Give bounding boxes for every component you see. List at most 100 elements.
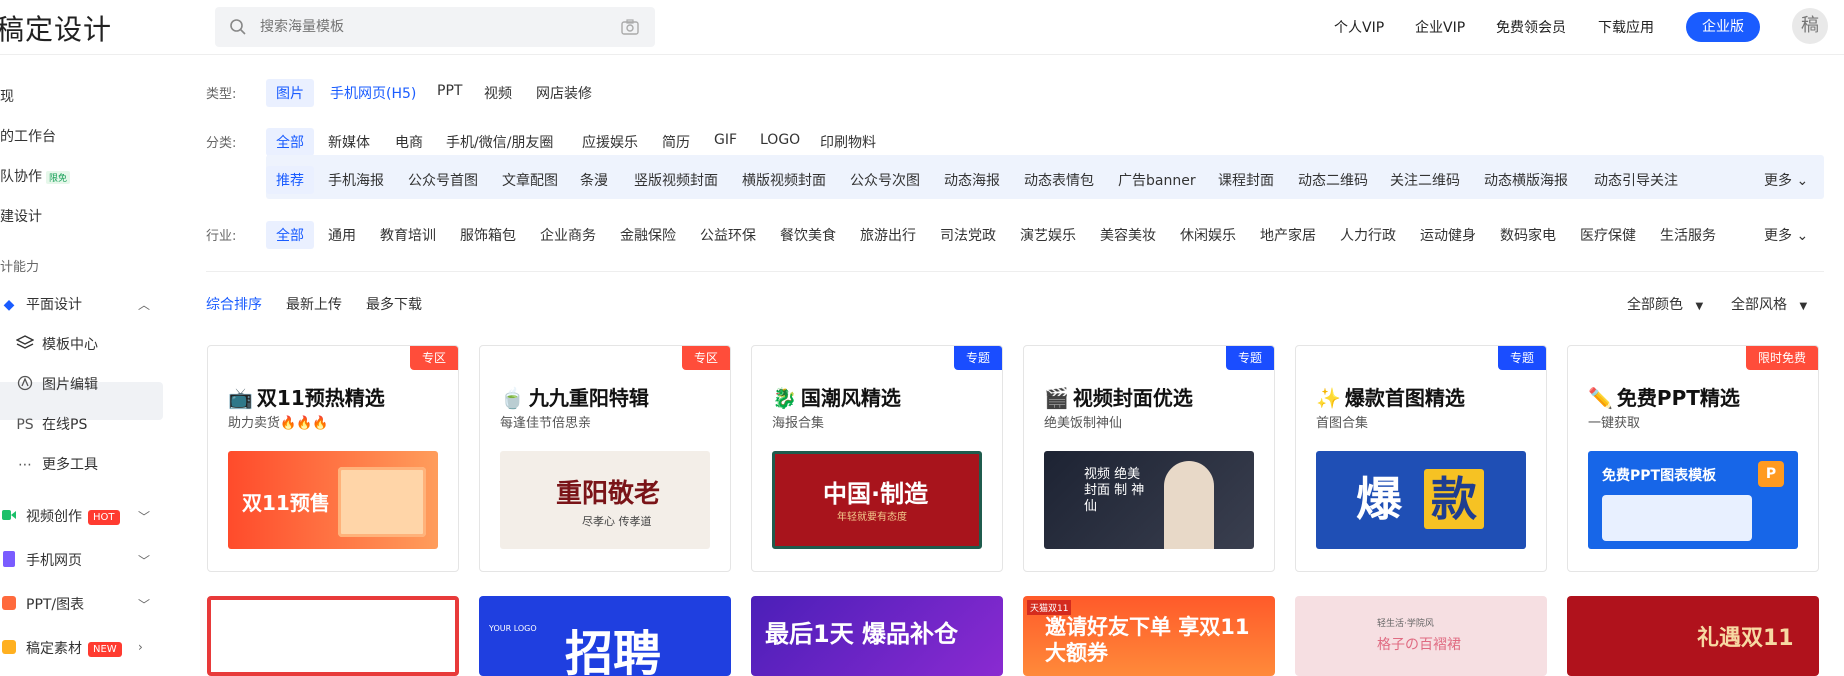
avatar[interactable]: 稿 [1792,8,1828,44]
template-card[interactable]: 专题 🎬 视频封面优选 绝美饭制神仙 视频 绝美 封面 制 神仙 [1023,345,1275,572]
template-card[interactable]: 专题 🐉 国潮风精选 海报合集 中国·制造 年轻就要有态度 [751,345,1003,572]
category-item[interactable]: 印刷物料 [810,128,886,156]
subcategory-item[interactable]: 条漫 [570,166,618,194]
industry-item[interactable]: 休闲娱乐 [1170,221,1246,249]
template-card[interactable]: 天猫双11 邀请好友下单 享双11大额券 [1023,596,1275,676]
subcategory-item[interactable]: 动态横版海报 [1474,166,1578,194]
template-card[interactable]: 礼遇双11 [1567,596,1819,676]
template-card[interactable]: 轻生活·学院风 格子の百褶裙 [1295,596,1547,676]
industry-item[interactable]: 金融保险 [610,221,686,249]
industry-item[interactable]: 地产家居 [1250,221,1326,249]
sidebar-item-ppt[interactable]: PPT/图表 [0,594,84,614]
sidebar-item-mobile-web[interactable]: 手机网页 [0,550,82,571]
zone-tag: 专区 [409,346,458,370]
industry-all[interactable]: 全部 [266,221,314,249]
nav-personal-vip[interactable]: 个人VIP [1334,17,1384,37]
industry-item[interactable]: 人力行政 [1330,221,1406,249]
chevron-down-icon[interactable]: ﹀ [138,596,150,613]
template-card[interactable]: 最后1天 爆品补仓 [751,596,1003,676]
industry-item[interactable]: 医疗保健 [1570,221,1646,249]
app-logo[interactable]: 稿定设计 [0,8,112,48]
style-filter-dropdown[interactable]: 全部风格 ▼ [1731,294,1807,314]
sidebar-item-workspace[interactable]: 的工作台 [0,126,56,146]
template-card[interactable] [207,596,459,676]
sort-most-downloaded[interactable]: 最多下载 [366,294,422,314]
sidebar-item-team[interactable]: 队协作 限免 [0,166,71,186]
template-card[interactable]: 专区 📺 双11预热精选 助力卖货🔥🔥🔥 双11预售 [207,345,459,572]
type-ppt[interactable]: PPT [427,79,472,103]
industry-item[interactable]: 教育培训 [370,221,446,249]
subcategory-item[interactable]: 竖版视频封面 [624,166,728,194]
category-item[interactable]: LOGO [750,128,810,152]
subcategory-item[interactable]: 动态二维码 [1288,166,1378,194]
subcategory-item[interactable]: 动态海报 [934,166,1010,194]
template-card[interactable]: 限时免费 ✏️ 免费PPT精选 一键获取 免费PPT图表模板 P [1567,345,1819,572]
template-card[interactable]: 专区 🍵 九九重阳特辑 每逢佳节倍思亲 重阳敬老 尽孝心 传孝道 [479,345,731,572]
industry-item[interactable]: 餐饮美食 [770,221,846,249]
industry-item[interactable]: 服饰箱包 [450,221,526,249]
category-item[interactable]: 电商 [385,128,433,156]
industry-item[interactable]: 旅游出行 [850,221,926,249]
category-item[interactable]: 手机/微信/朋友圈 [436,128,563,156]
subcategory-item[interactable]: 文章配图 [492,166,568,194]
subcategory-item[interactable]: 课程封面 [1208,166,1284,194]
color-filter-dropdown[interactable]: 全部颜色 ▼ [1627,294,1703,314]
subcategory-item[interactable]: 公众号首图 [398,166,488,194]
template-card[interactable]: 专题 ✨ 爆款首图精选 首图合集 爆 款 [1295,345,1547,572]
sort-comprehensive[interactable]: 综合排序 [206,294,262,314]
industry-item[interactable]: 通用 [318,221,366,249]
category-item[interactable]: 简历 [652,128,700,156]
nav-download-app[interactable]: 下载应用 [1598,17,1654,37]
industry-more-button[interactable]: 更多 ⌄ [1764,225,1808,245]
industry-item[interactable]: 司法党政 [930,221,1006,249]
sidebar-item-video[interactable]: 视频创作 HOT [0,506,120,526]
search-bar[interactable] [215,7,655,47]
caret-down-icon: ▼ [1695,301,1704,312]
chevron-right-icon[interactable]: › [138,640,143,654]
industry-item[interactable]: 企业商务 [530,221,606,249]
sort-newest[interactable]: 最新上传 [286,294,342,314]
industry-item[interactable]: 数码家电 [1490,221,1566,249]
industry-label: 行业: [206,229,237,244]
subcategory-item[interactable]: 公众号次图 [840,166,930,194]
subcategory-item[interactable]: 广告banner [1108,166,1206,194]
new-badge: NEW [88,641,122,657]
subcategory-item[interactable]: 动态引导关注 [1584,166,1688,194]
sidebar-item-create[interactable]: 建设计 [0,206,42,226]
sidebar-item-graphic-design[interactable]: ◆ 平面设计 [0,294,82,314]
type-image[interactable]: 图片 [266,79,314,107]
nav-free-member[interactable]: 免费领会员 [1496,17,1566,37]
subcategory-item[interactable]: 关注二维码 [1380,166,1470,194]
category-item[interactable]: 应援娱乐 [572,128,648,156]
industry-item[interactable]: 生活服务 [1650,221,1726,249]
type-shop[interactable]: 网店装修 [526,79,602,107]
industry-item[interactable]: 公益环保 [690,221,766,249]
sidebar-item-materials[interactable]: 稿定素材 NEW [0,638,122,658]
category-all[interactable]: 全部 [266,128,314,156]
type-video[interactable]: 视频 [474,79,522,107]
category-item[interactable]: 新媒体 [318,128,380,156]
type-h5[interactable]: 手机网页(H5) [320,79,426,107]
sidebar-item-online-ps[interactable]: PS 在线PS [16,414,87,434]
template-card[interactable]: YOUR LOGO 招聘 [479,596,731,676]
sidebar-item-discover[interactable]: 现 [0,86,14,106]
camera-icon[interactable] [620,18,640,36]
enterprise-button[interactable]: 企业版 [1686,12,1760,42]
nav-enterprise-vip[interactable]: 企业VIP [1415,17,1465,37]
search-input[interactable] [260,7,600,47]
industry-item[interactable]: 运动健身 [1410,221,1486,249]
category-item[interactable]: GIF [704,128,747,152]
subcategory-item[interactable]: 动态表情包 [1014,166,1104,194]
sidebar-item-image-edit[interactable]: 图片编辑 [16,374,98,395]
subcategory-recommended[interactable]: 推荐 [266,166,314,194]
chevron-up-icon[interactable]: ︿ [138,296,150,313]
sidebar-item-template-center[interactable]: 模板中心 [15,334,98,355]
subcategory-item[interactable]: 手机海报 [318,166,394,194]
industry-item[interactable]: 美容美妆 [1090,221,1166,249]
chevron-down-icon[interactable]: ﹀ [138,552,150,569]
subcategory-item[interactable]: 横版视频封面 [732,166,836,194]
industry-item[interactable]: 演艺娱乐 [1010,221,1086,249]
chevron-down-icon[interactable]: ﹀ [138,508,150,525]
subcategory-more-button[interactable]: 更多 ⌄ [1764,170,1808,190]
sidebar-item-more-tools[interactable]: ⋯ 更多工具 [16,454,98,474]
